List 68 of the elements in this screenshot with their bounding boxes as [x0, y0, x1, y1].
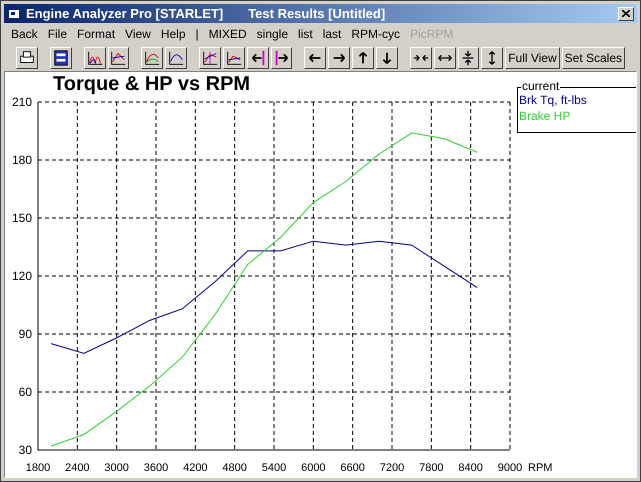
- menu-item[interactable]: single: [256, 24, 288, 42]
- toolbar-button[interactable]: [410, 46, 432, 68]
- y-tick-label: 30: [18, 443, 32, 457]
- x-tick-label: 7200: [380, 462, 404, 474]
- toolbar-button[interactable]: Set Scales: [562, 46, 626, 68]
- menu-item[interactable]: MIXED: [208, 24, 247, 42]
- y-tick-label: 210: [12, 95, 32, 109]
- y-tick-label: 90: [18, 327, 32, 341]
- curve-chart-icon: [167, 48, 186, 66]
- toolbar-button[interactable]: [481, 46, 504, 68]
- toolbar-button[interactable]: [222, 46, 245, 68]
- toolbar-button[interactable]: [50, 46, 72, 68]
- menu-item[interactable]: View: [125, 24, 151, 42]
- toolbar-button[interactable]: [246, 46, 269, 68]
- toolbar-button[interactable]: [434, 46, 456, 68]
- line-chart-icon: [86, 48, 104, 66]
- toolbar-button[interactable]: [304, 46, 326, 68]
- line-chart-icon: [224, 48, 243, 66]
- toolbar-button[interactable]: Full View: [505, 46, 560, 68]
- x-tick-label: 6600: [340, 462, 365, 474]
- legend-entry: Brk Tq, ft-lbs: [519, 92, 588, 108]
- x-tick-label: 5400: [262, 462, 286, 474]
- toolbar-button[interactable]: [199, 46, 221, 68]
- x-tick-label: 3000: [104, 462, 129, 474]
- toolbar-button[interactable]: [328, 46, 350, 68]
- toolbar-button[interactable]: [84, 46, 106, 68]
- toolbar-button[interactable]: [141, 46, 164, 68]
- y-tick-label: 60: [18, 385, 32, 399]
- window-title: Engine Analyzer Pro [STARLET]: [26, 4, 224, 23]
- toolbar-button[interactable]: [376, 46, 398, 68]
- menu-item[interactable]: RPM-cyc: [351, 24, 400, 42]
- x-tick-label: 7800: [419, 462, 444, 474]
- x-tick-label: 8400: [458, 462, 483, 474]
- line-chart-icon: [200, 48, 219, 66]
- legend-entry: Brake HP: [519, 108, 572, 124]
- x-tick-label: 4200: [183, 462, 208, 474]
- toolbar-button[interactable]: [458, 46, 480, 68]
- x-tick-label: 1800: [26, 462, 50, 474]
- toolbar-button[interactable]: [270, 46, 292, 68]
- menu-item[interactable]: |: [196, 24, 199, 42]
- x-axis-label: RPM: [528, 462, 552, 474]
- close-icon: [622, 10, 630, 17]
- menu-item[interactable]: Back: [11, 24, 38, 42]
- y-tick-label: 120: [12, 269, 32, 283]
- menu-item[interactable]: list: [298, 24, 313, 42]
- menu-item[interactable]: Format: [77, 24, 116, 42]
- toolbar-button[interactable]: [165, 46, 188, 68]
- legend-title: current: [521, 79, 560, 93]
- arrow-right-bar-icon: [272, 48, 291, 66]
- x-tick-label: 9000: [498, 462, 522, 474]
- chart-title: Torque & HP vs RPM: [53, 73, 250, 95]
- line-chart-icon: [109, 48, 128, 66]
- close-button[interactable]: [618, 6, 634, 20]
- x-tick-label: 6000: [301, 462, 326, 474]
- line-chart-icon: [143, 48, 162, 66]
- menu-item[interactable]: Help: [160, 24, 186, 42]
- menu-item[interactable]: File: [48, 24, 68, 42]
- toolbar-button[interactable]: [108, 46, 130, 68]
- x-tick-label: 2400: [65, 462, 90, 474]
- document-title: Test Results [Untitled]: [248, 4, 386, 23]
- x-tick-label: 4800: [222, 462, 247, 474]
- menu-item[interactable]: last: [322, 24, 342, 42]
- toolbar-button[interactable]: [352, 46, 374, 68]
- y-tick-label: 180: [12, 153, 32, 167]
- y-tick-label: 150: [12, 211, 32, 225]
- monitor-icon: [52, 48, 70, 66]
- toolbar-button[interactable]: [16, 46, 38, 68]
- x-tick-label: 3600: [144, 462, 168, 474]
